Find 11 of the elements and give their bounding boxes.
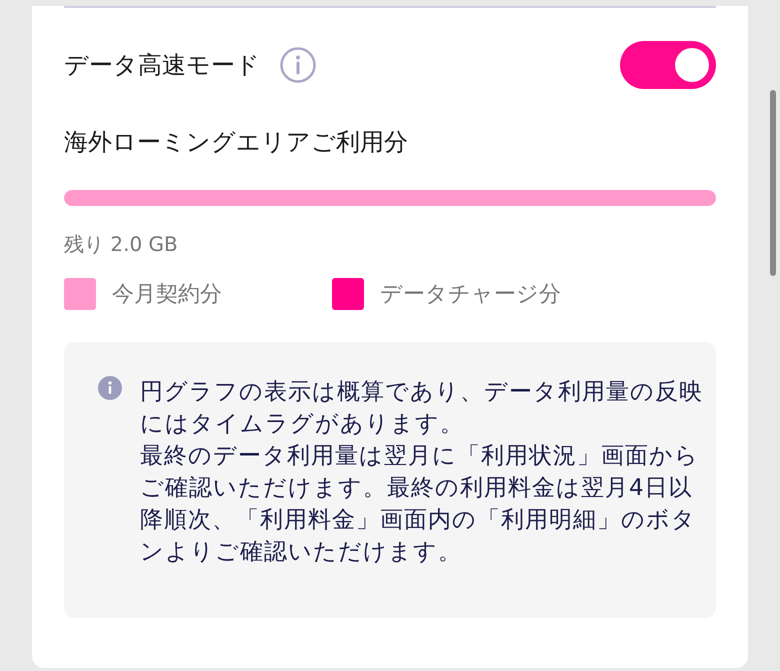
legend-label: データチャージ分 xyxy=(380,281,561,309)
setting-label: データ高速モード xyxy=(64,50,260,81)
legend-label: 今月契約分 xyxy=(112,281,222,309)
remaining-text: 残り 2.0 GB xyxy=(64,231,179,258)
info-icon xyxy=(98,376,122,400)
usage-title: 海外ローミングエリアご利用分 xyxy=(64,127,409,158)
toggle-switch[interactable] xyxy=(620,41,716,89)
scrollbar-thumb[interactable] xyxy=(770,90,776,276)
note-paragraph: 最終のデータ利用量は翌月に「利用状況」画面からご確認いただけます。最終の利用料金は翌月4日以降順次、「利用料金」画面内の「利用明細」のボタンよりご確認いただけます。 xyxy=(140,442,700,567)
info-icon[interactable] xyxy=(280,47,316,83)
note-paragraph: 円グラフの表示は概算であり、データ利用量の反映にはタイムラグがあります。 xyxy=(140,378,704,439)
